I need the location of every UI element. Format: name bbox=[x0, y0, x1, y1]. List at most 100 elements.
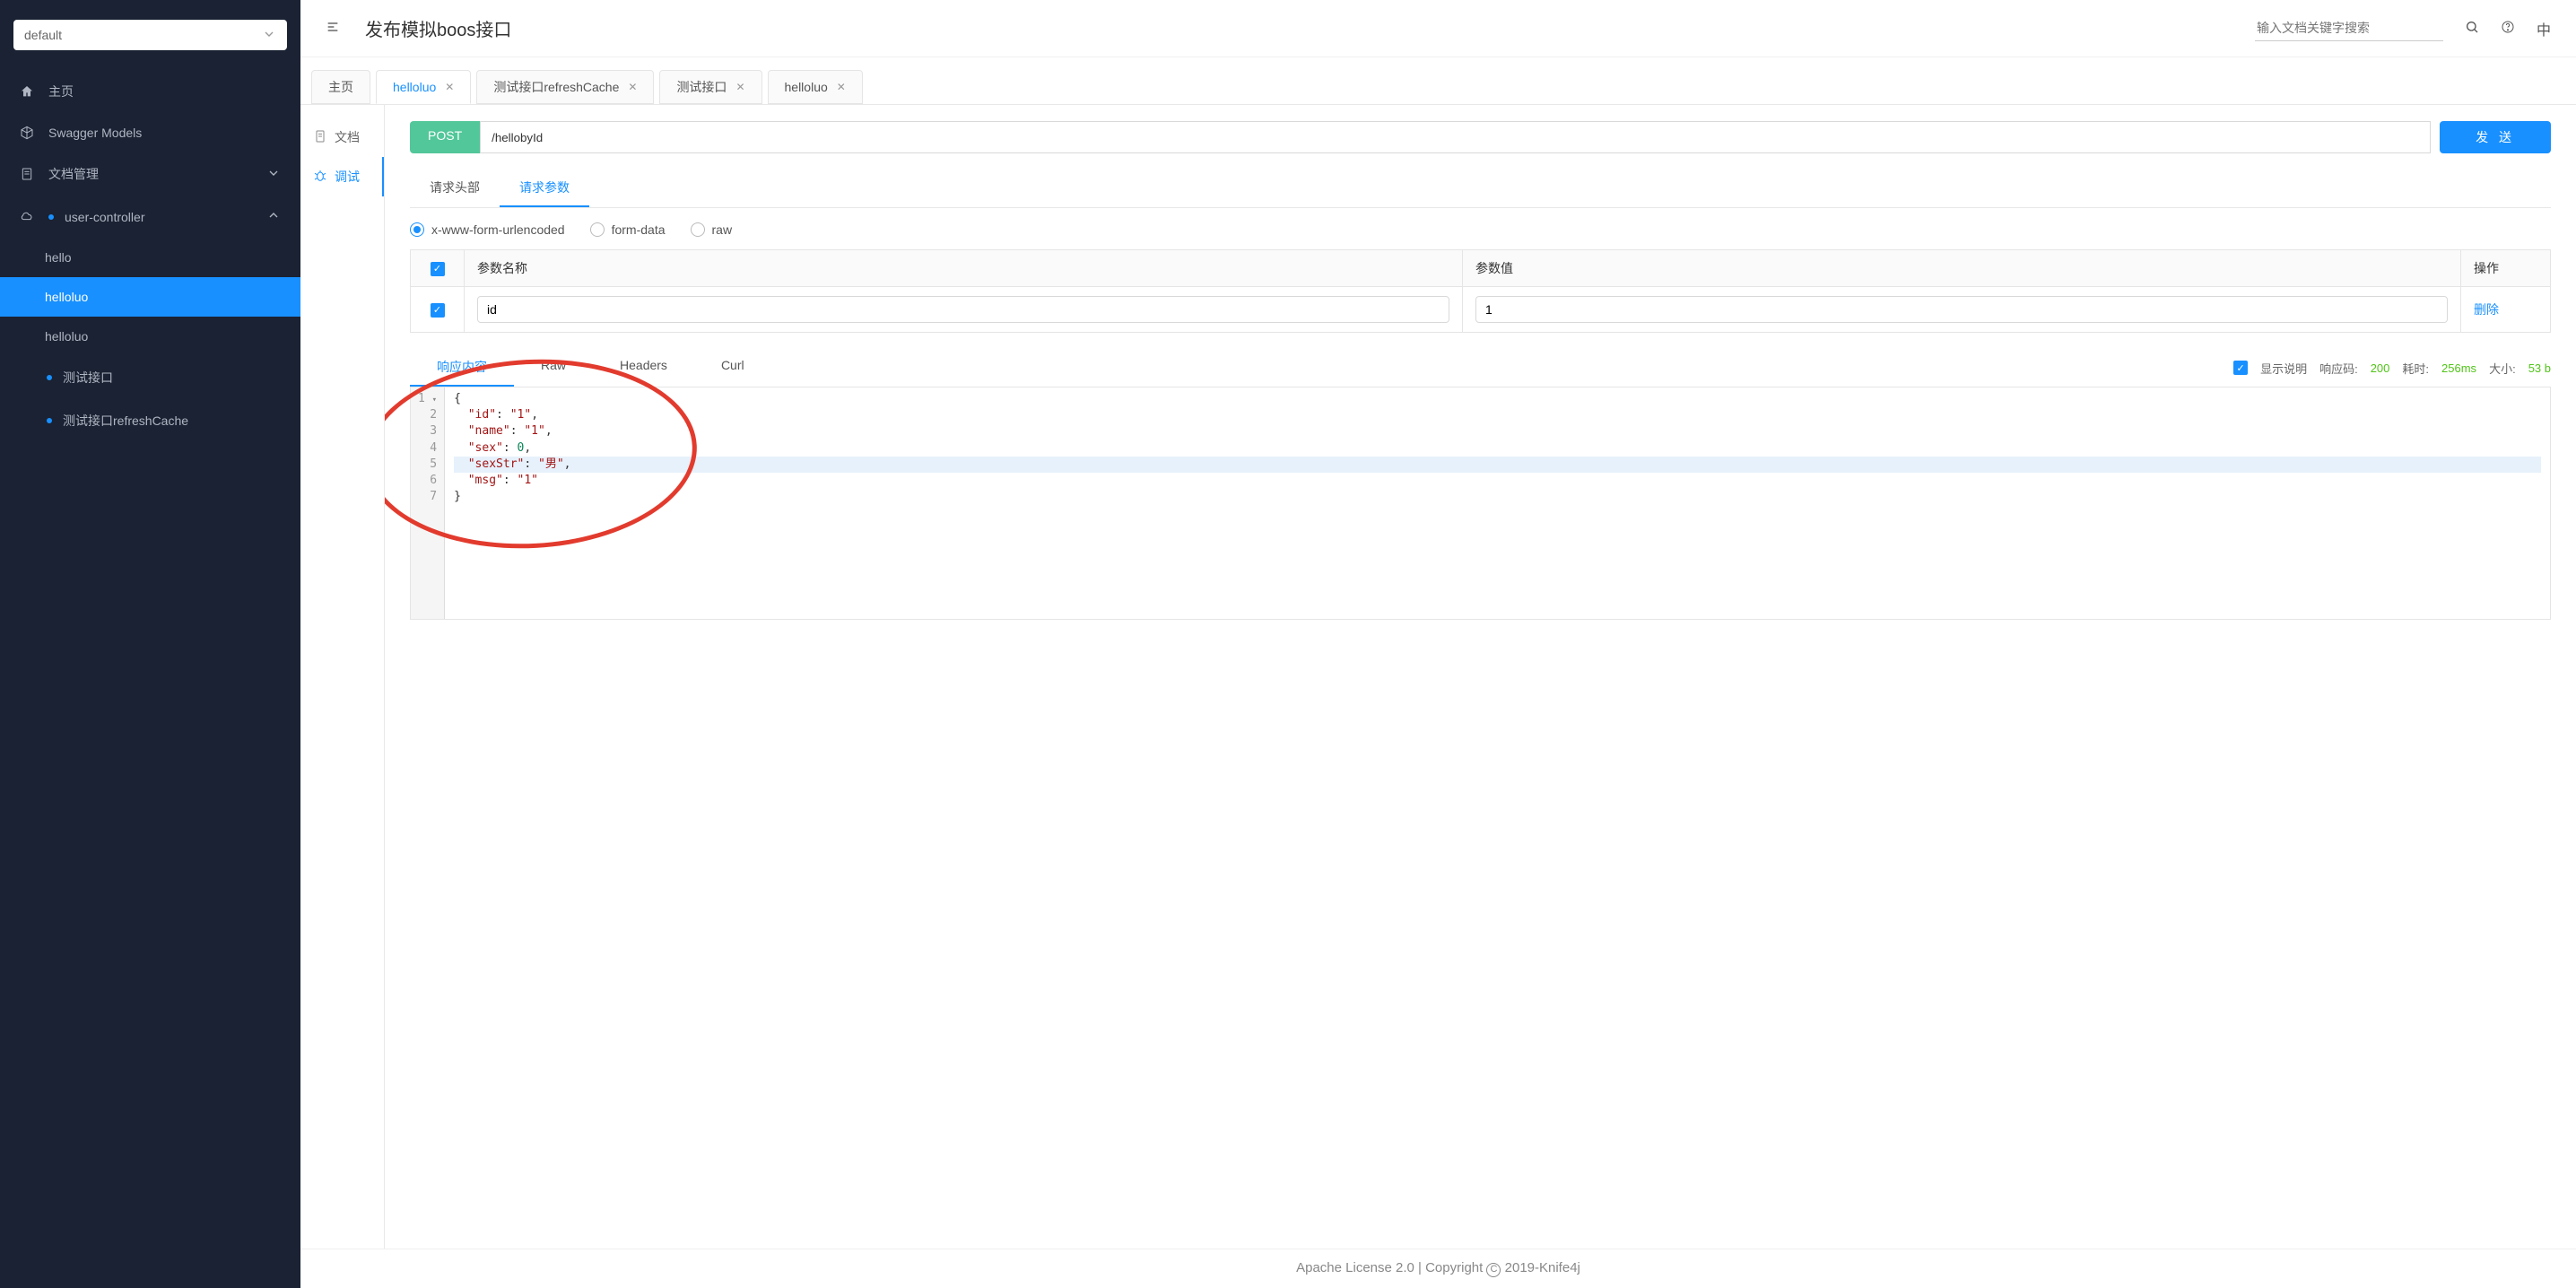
tab-test-refresh[interactable]: 测试接口refreshCache ✕ bbox=[476, 70, 654, 104]
sidebar: default 主页 Swagger Models bbox=[0, 0, 300, 1288]
tab-helloluo-2[interactable]: helloluo ✕ bbox=[768, 70, 863, 104]
close-icon[interactable]: ✕ bbox=[735, 81, 744, 93]
time-value: 256ms bbox=[2441, 361, 2476, 375]
status-dot bbox=[47, 418, 52, 423]
checkbox-all[interactable]: ✓ bbox=[431, 262, 445, 276]
show-desc-checkbox[interactable]: ✓ bbox=[2233, 361, 2248, 375]
sidebar-sub-hello[interactable]: hello bbox=[0, 238, 300, 277]
resptab-content[interactable]: 响应内容 bbox=[410, 349, 514, 387]
sidebar-item-label: 测试接口refreshCache bbox=[63, 412, 188, 430]
sidebar-item-user-controller[interactable]: user-controller bbox=[0, 196, 300, 238]
delete-button[interactable]: 删除 bbox=[2474, 302, 2499, 317]
tab-helloluo[interactable]: helloluo ✕ bbox=[376, 70, 471, 104]
sidebar-sub-test-refresh[interactable]: 测试接口refreshCache bbox=[0, 399, 300, 442]
col-name: 参数名称 bbox=[465, 250, 1463, 287]
resptab-curl[interactable]: Curl bbox=[694, 349, 771, 387]
chevron-down-icon bbox=[262, 27, 276, 44]
sidebar-sub-test-api[interactable]: 测试接口 bbox=[0, 356, 300, 399]
cloud-icon bbox=[20, 210, 34, 224]
api-group-select[interactable]: default bbox=[13, 20, 287, 50]
radio-urlencoded[interactable]: x-www-form-urlencoded bbox=[410, 222, 565, 237]
api-group-value: default bbox=[24, 28, 262, 42]
sidebar-item-swagger-models[interactable]: Swagger Models bbox=[0, 113, 300, 152]
request-line: POST 发 送 bbox=[410, 121, 2551, 153]
col-value: 参数值 bbox=[1463, 250, 2461, 287]
radio-formdata[interactable]: form-data bbox=[590, 222, 666, 237]
sidebar-item-home[interactable]: 主页 bbox=[0, 70, 300, 113]
resptab-headers[interactable]: Headers bbox=[593, 349, 694, 387]
search-icon[interactable] bbox=[2465, 20, 2479, 37]
sidebar-item-label: 主页 bbox=[48, 83, 74, 100]
tab-label: helloluo bbox=[785, 80, 828, 94]
document-icon bbox=[313, 129, 327, 146]
copyright-icon: C bbox=[1486, 1263, 1501, 1277]
resptab-raw[interactable]: Raw bbox=[514, 349, 593, 387]
radio-label: form-data bbox=[612, 222, 666, 237]
status-dot bbox=[47, 375, 52, 380]
send-button[interactable]: 发 送 bbox=[2440, 121, 2551, 153]
response-body: 1 ▾234567 { "id": "1", "name": "1", "sex… bbox=[410, 387, 2551, 620]
left-tab-label: 文档 bbox=[335, 128, 360, 146]
topbar: 发布模拟boos接口 中 bbox=[300, 0, 2576, 57]
col-action: 操作 bbox=[2461, 250, 2551, 287]
radio-icon bbox=[590, 222, 605, 237]
subtab-headers[interactable]: 请求头部 bbox=[410, 170, 500, 207]
close-icon[interactable]: ✕ bbox=[628, 81, 637, 93]
request-subtabs: 请求头部 请求参数 bbox=[410, 170, 2551, 208]
line-gutter: 1 ▾234567 bbox=[411, 387, 445, 619]
menu-toggle-icon[interactable] bbox=[326, 20, 340, 37]
size-value: 53 b bbox=[2528, 361, 2551, 375]
radio-label: raw bbox=[712, 222, 733, 237]
radio-raw[interactable]: raw bbox=[691, 222, 733, 237]
tabs-row: 主页 helloluo ✕ 测试接口refreshCache ✕ 测试接口 ✕ … bbox=[300, 57, 2576, 104]
chevron-up-icon bbox=[266, 208, 281, 225]
footer: Apache License 2.0 | Copyright C 2019-Kn… bbox=[300, 1249, 2576, 1288]
left-tab-debug[interactable]: 调试 bbox=[300, 157, 384, 196]
show-desc-label: 显示说明 bbox=[2260, 360, 2307, 377]
sidebar-item-label: Swagger Models bbox=[48, 126, 142, 140]
tab-label: 测试接口refreshCache bbox=[493, 78, 619, 96]
sidebar-item-label: 测试接口 bbox=[63, 369, 113, 387]
bug-icon bbox=[313, 169, 327, 186]
left-tab-label: 调试 bbox=[335, 168, 360, 186]
page-title: 发布模拟boos接口 bbox=[365, 15, 2255, 41]
code-label: 响应码: bbox=[2319, 360, 2358, 377]
status-dot bbox=[48, 214, 54, 220]
time-label: 耗时: bbox=[2402, 360, 2429, 377]
sidebar-sub-helloluo[interactable]: helloluo bbox=[0, 277, 300, 317]
sidebar-sub-helloluo-2[interactable]: helloluo bbox=[0, 317, 300, 356]
left-tab-doc[interactable]: 文档 bbox=[300, 117, 384, 157]
code-value: 200 bbox=[2371, 361, 2390, 375]
search-input[interactable] bbox=[2255, 15, 2443, 41]
footer-text-right: 2019-Knife4j bbox=[1505, 1260, 1580, 1275]
sidebar-item-label: 文档管理 bbox=[48, 165, 99, 183]
tab-test-api[interactable]: 测试接口 ✕ bbox=[659, 70, 761, 104]
param-value-input[interactable] bbox=[1475, 296, 2448, 323]
tab-label: 测试接口 bbox=[676, 78, 727, 96]
help-icon[interactable] bbox=[2501, 20, 2515, 37]
subtab-params[interactable]: 请求参数 bbox=[500, 170, 589, 207]
cube-icon bbox=[20, 126, 34, 140]
sidebar-item-label: user-controller bbox=[65, 210, 144, 224]
method-badge: POST bbox=[410, 121, 480, 153]
sidebar-item-doc-manage[interactable]: 文档管理 bbox=[0, 152, 300, 196]
language-toggle[interactable]: 中 bbox=[2537, 18, 2551, 39]
tab-label: helloluo bbox=[393, 80, 436, 94]
radio-label: x-www-form-urlencoded bbox=[431, 222, 565, 237]
chevron-down-icon bbox=[266, 166, 281, 183]
close-icon[interactable]: ✕ bbox=[837, 81, 846, 93]
close-icon[interactable]: ✕ bbox=[445, 81, 454, 93]
left-tabs: 文档 调试 bbox=[300, 105, 385, 1249]
sidebar-item-label: helloluo bbox=[45, 290, 88, 304]
footer-text-left: Apache License 2.0 | Copyright bbox=[1296, 1260, 1486, 1275]
tab-home[interactable]: 主页 bbox=[311, 70, 370, 104]
sidebar-item-label: helloluo bbox=[45, 329, 88, 344]
url-input[interactable] bbox=[480, 121, 2431, 153]
response-head: 响应内容 Raw Headers Curl ✓ 显示说明 响应码: 200 耗时… bbox=[410, 349, 2551, 387]
main: 发布模拟boos接口 中 主页 helloluo ✕ 测试接口refreshCa… bbox=[300, 0, 2576, 1288]
param-table: ✓ 参数名称 参数值 操作 ✓ 删除 bbox=[410, 249, 2551, 333]
checkbox-row[interactable]: ✓ bbox=[431, 303, 445, 318]
code-lines[interactable]: { "id": "1", "name": "1", "sex": 0, "sex… bbox=[445, 387, 2550, 619]
param-name-input[interactable] bbox=[477, 296, 1449, 323]
radio-icon bbox=[691, 222, 705, 237]
